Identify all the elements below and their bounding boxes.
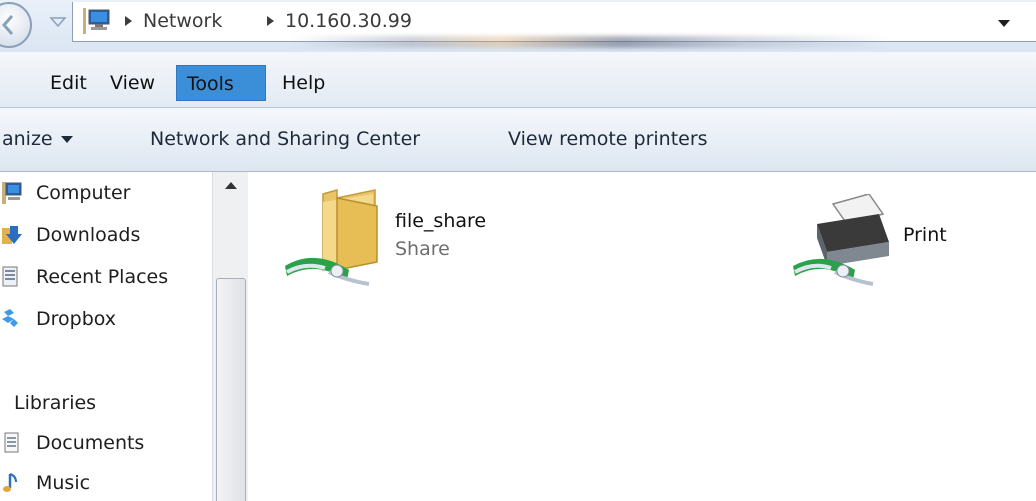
- item-name: Print: [903, 224, 947, 246]
- menu-edit[interactable]: Edit: [40, 65, 97, 101]
- nav-item-label: Computer: [36, 182, 131, 204]
- documents-icon: [4, 432, 19, 453]
- scroll-thumb[interactable]: [216, 278, 246, 501]
- network-and-sharing-center-button[interactable]: Network and Sharing Center: [150, 128, 420, 150]
- network-computer-icon: [83, 8, 110, 34]
- back-button[interactable]: [0, 2, 32, 48]
- content-pane: file_share Share Print: [249, 172, 1036, 501]
- computer-icon: [2, 182, 22, 204]
- breadcrumb-ip-address[interactable]: 10.160.30.99: [285, 10, 412, 32]
- item-subtitle: Share: [395, 238, 450, 260]
- item-name: file_share: [395, 210, 487, 232]
- command-bar: anize Network and Sharing Center View re…: [0, 108, 1036, 172]
- back-arrow-icon: [2, 15, 14, 35]
- breadcrumb-network[interactable]: Network: [143, 10, 222, 32]
- scroll-up-icon[interactable]: [225, 182, 237, 189]
- shared-printer-item[interactable]: Print: [793, 194, 993, 294]
- recent-pages-dropdown-icon[interactable]: [48, 10, 68, 32]
- shared-folder-item[interactable]: file_share Share: [285, 188, 545, 288]
- view-remote-printers-button[interactable]: View remote printers: [508, 128, 708, 150]
- nav-section-libraries[interactable]: Libraries: [14, 392, 96, 414]
- menu-bar: Edit View Tools Help: [0, 52, 1036, 108]
- address-bar-row: Network 10.160.30.99: [0, 0, 1036, 52]
- nav-item-label: Recent Places: [36, 266, 169, 288]
- organize-button[interactable]: anize: [2, 128, 73, 150]
- nav-item-label: Music: [36, 472, 91, 494]
- organize-label: anize: [2, 128, 53, 150]
- breadcrumb-separator-icon[interactable]: [267, 16, 274, 26]
- dropbox-icon: [2, 309, 18, 327]
- recent-places-icon: [2, 266, 18, 287]
- menu-help[interactable]: Help: [272, 65, 335, 101]
- nav-item-label: Documents: [36, 432, 145, 454]
- chevron-down-icon: [60, 136, 73, 143]
- menu-tools[interactable]: Tools: [176, 65, 266, 101]
- navigation-scrollbar[interactable]: [212, 172, 248, 501]
- address-dropdown-icon[interactable]: [998, 20, 1010, 27]
- address-bar-shadow: [290, 36, 890, 48]
- nav-item-label: Dropbox: [36, 308, 117, 330]
- downloads-icon: [2, 226, 22, 244]
- navigation-pane: Computer Downloads Recent Places Dropbox…: [0, 172, 248, 501]
- menu-view[interactable]: View: [100, 65, 165, 101]
- music-icon: [3, 473, 17, 492]
- shared-printer-icon: [793, 194, 889, 286]
- breadcrumb-separator-icon[interactable]: [125, 16, 132, 26]
- nav-item-label: Downloads: [36, 224, 141, 246]
- shared-folder-icon: [285, 189, 378, 286]
